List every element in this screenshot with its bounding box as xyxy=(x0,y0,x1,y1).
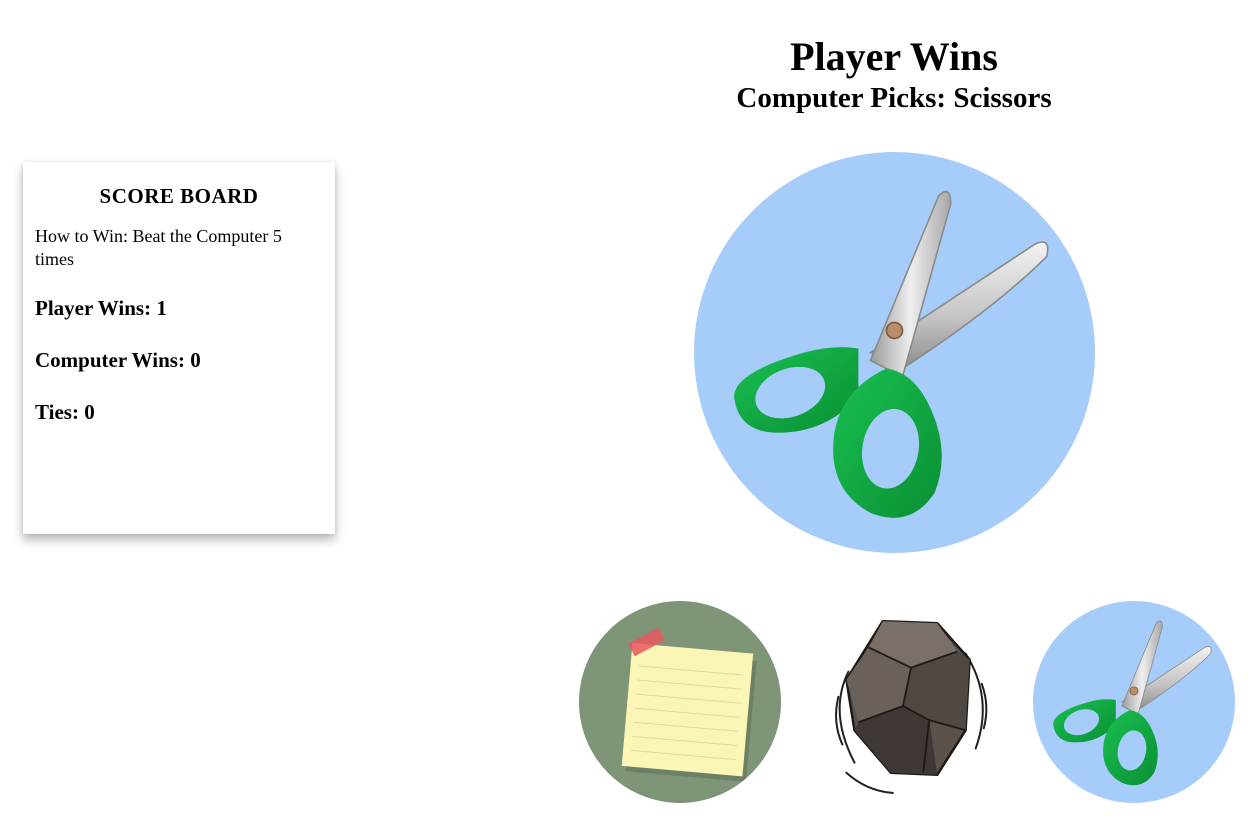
ties-count: Ties: 0 xyxy=(35,400,95,424)
paper-button[interactable] xyxy=(579,601,781,803)
computer-wins-count: Computer Wins: 0 xyxy=(35,348,201,372)
scissors-button[interactable] xyxy=(1033,601,1235,803)
rock-icon xyxy=(835,619,988,794)
computer-pick-display xyxy=(694,152,1095,553)
player-wins-count: Player Wins: 1 xyxy=(35,296,167,320)
scissors-icon xyxy=(734,190,1049,518)
result-title: Player Wins xyxy=(790,34,998,79)
paper-icon xyxy=(621,627,757,782)
how-to-win-text: How to Win: Beat the Computer 5 times xyxy=(35,226,282,269)
computer-pick-text: Computer Picks: Scissors xyxy=(736,82,1052,114)
score-board: SCORE BOARD How to Win: Beat the Compute… xyxy=(23,162,335,534)
rock-button[interactable] xyxy=(806,601,1008,803)
score-board-title: SCORE BOARD xyxy=(99,184,259,208)
scissors-icon xyxy=(1053,620,1212,786)
